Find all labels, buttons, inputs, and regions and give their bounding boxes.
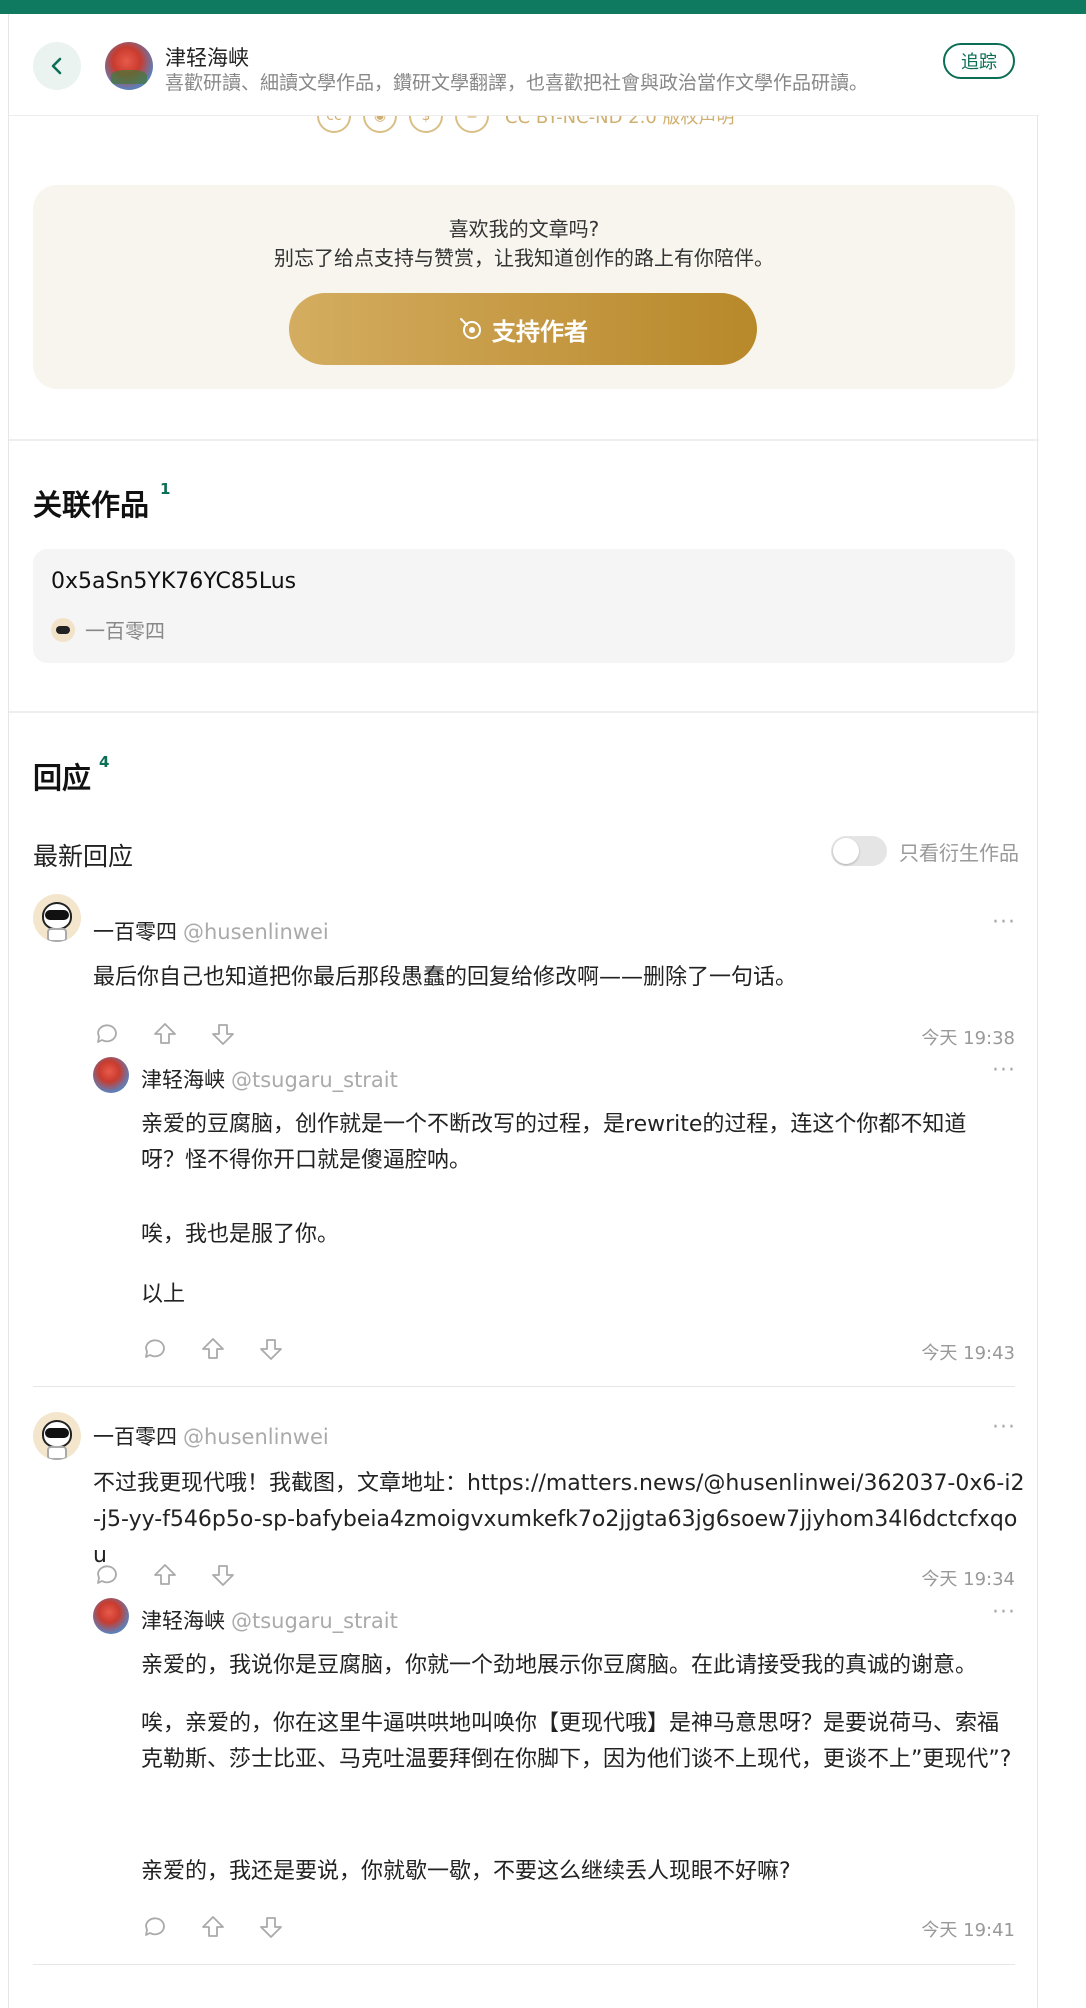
article-page: cc ◉ $ = CC BY-NC-ND 2.0 版权声明 津轻海峡 喜歡研讀、… — [8, 14, 1039, 2008]
thread-divider — [33, 1964, 1015, 1965]
avatar[interactable] — [33, 1412, 81, 1460]
avatar[interactable] — [93, 1598, 129, 1634]
status-bar — [0, 0, 1086, 14]
downvote-icon[interactable] — [209, 1020, 237, 1048]
upvote-icon[interactable] — [151, 1020, 179, 1048]
related-author-name: 一百零四 — [85, 619, 165, 643]
chevron-left-icon — [51, 57, 62, 75]
avatar — [51, 617, 75, 642]
avatar[interactable] — [93, 1057, 129, 1093]
more-icon[interactable]: ··· — [992, 1600, 1016, 1625]
more-icon[interactable]: ··· — [992, 910, 1016, 935]
sort-label[interactable]: 最新回应 — [33, 837, 133, 873]
comment-actions — [141, 1335, 285, 1363]
support-card: 喜欢我的文章吗? 别忘了给点支持与赞赏，让我知道创作的路上有你陪伴。 支持作者 — [33, 185, 1015, 389]
section-divider — [9, 711, 1039, 713]
reply-text: 亲爱的豆腐脑，创作就是一个不断改写的过程，是rewrite的过程，连这个你都不知… — [141, 1112, 967, 1173]
comment-author[interactable]: 一百零四 @husenlinwei — [93, 1421, 329, 1451]
reply-icon[interactable] — [93, 1020, 121, 1048]
avatar[interactable] — [33, 894, 81, 942]
responses-count: 4 — [99, 753, 110, 771]
comment-time: 今天 19:43 — [921, 1343, 1015, 1364]
comment-time: 今天 19:34 — [921, 1569, 1015, 1590]
more-icon[interactable]: ··· — [992, 1058, 1016, 1083]
author-avatar[interactable] — [105, 42, 153, 90]
reply-text: 唉，我也是服了你。 — [141, 1222, 340, 1247]
support-author-button[interactable]: 支持作者 — [289, 293, 757, 365]
thread-divider — [33, 1386, 1015, 1387]
more-icon[interactable]: ··· — [992, 1415, 1016, 1440]
upvote-icon[interactable] — [199, 1913, 227, 1941]
responses-title: 回应 — [33, 761, 92, 795]
pointer-click-icon — [460, 318, 481, 339]
comment-text: 最后你自己也知道把你最后那段愚蠢的回复给修改啊——删除了一句话。 — [93, 965, 798, 990]
reply-author[interactable]: 津轻海峡 @tsugaru_strait — [141, 1064, 398, 1094]
downvote-icon[interactable] — [257, 1913, 285, 1941]
support-subtitle: 别忘了给点支持与赞赏，让我知道创作的路上有你陪伴。 — [274, 246, 774, 270]
downvote-icon[interactable] — [257, 1335, 285, 1363]
comment-time: 今天 19:41 — [921, 1920, 1015, 1941]
related-work-card[interactable]: 0x5aSn5YK76YC85Lus 一百零四 — [33, 549, 1015, 663]
comment-text: 不过我更现代哦！我截图，文章地址：https://matters.news/@h… — [93, 1471, 1025, 1568]
comment-actions — [93, 1020, 237, 1048]
related-count: 1 — [160, 480, 171, 498]
section-divider — [9, 439, 1039, 441]
reply-text: 亲爱的，我还是要说，你就歇一歇，不要这么继续丢人现眼不好嘛? — [141, 1859, 791, 1884]
support-question: 喜欢我的文章吗? — [448, 217, 600, 241]
comment-actions — [93, 1561, 237, 1589]
related-title: 关联作品 — [33, 488, 150, 522]
author-header: 津轻海峡 喜歡研讀、細讀文學作品，鑽研文學翻譯，也喜歡把社會與政治當作文學作品研… — [9, 14, 1039, 116]
comment-time: 今天 19:38 — [921, 1028, 1015, 1049]
comment-actions — [141, 1913, 285, 1941]
comment-author[interactable]: 一百零四 @husenlinwei — [93, 916, 329, 946]
reply-icon[interactable] — [141, 1913, 169, 1941]
follow-button[interactable]: 追踪 — [943, 43, 1015, 79]
upvote-icon[interactable] — [199, 1335, 227, 1363]
derivative-toggle[interactable] — [831, 836, 887, 866]
reply-text: 唉，亲爱的，你在这里牛逼哄哄地叫唤你【更现代哦】是神马意思呀？是要说荷马、索福克… — [141, 1711, 1012, 1772]
related-work-title: 0x5aSn5YK76YC85Lus — [51, 569, 297, 594]
upvote-icon[interactable] — [151, 1561, 179, 1589]
reply-author[interactable]: 津轻海峡 @tsugaru_strait — [141, 1605, 398, 1635]
reply-text: 亲爱的，我说你是豆腐脑，你就一个劲地展示你豆腐脑。在此请接受我的真诚的谢意。 — [141, 1653, 978, 1678]
back-button[interactable] — [33, 42, 81, 90]
reply-icon[interactable] — [93, 1561, 121, 1589]
reply-text: 以上 — [141, 1282, 186, 1307]
reply-icon[interactable] — [141, 1335, 169, 1363]
derivative-filter[interactable]: 只看衍生作品 — [831, 836, 1019, 866]
toggle-label: 只看衍生作品 — [899, 840, 1019, 865]
related-work-author[interactable]: 一百零四 — [51, 615, 165, 644]
author-bio: 喜歡研讀、細讀文學作品，鑽研文學翻譯，也喜歡把社會與政治當作文學作品研讀。 — [165, 72, 869, 94]
support-button-label: 支持作者 — [492, 317, 588, 346]
downvote-icon[interactable] — [209, 1561, 237, 1589]
